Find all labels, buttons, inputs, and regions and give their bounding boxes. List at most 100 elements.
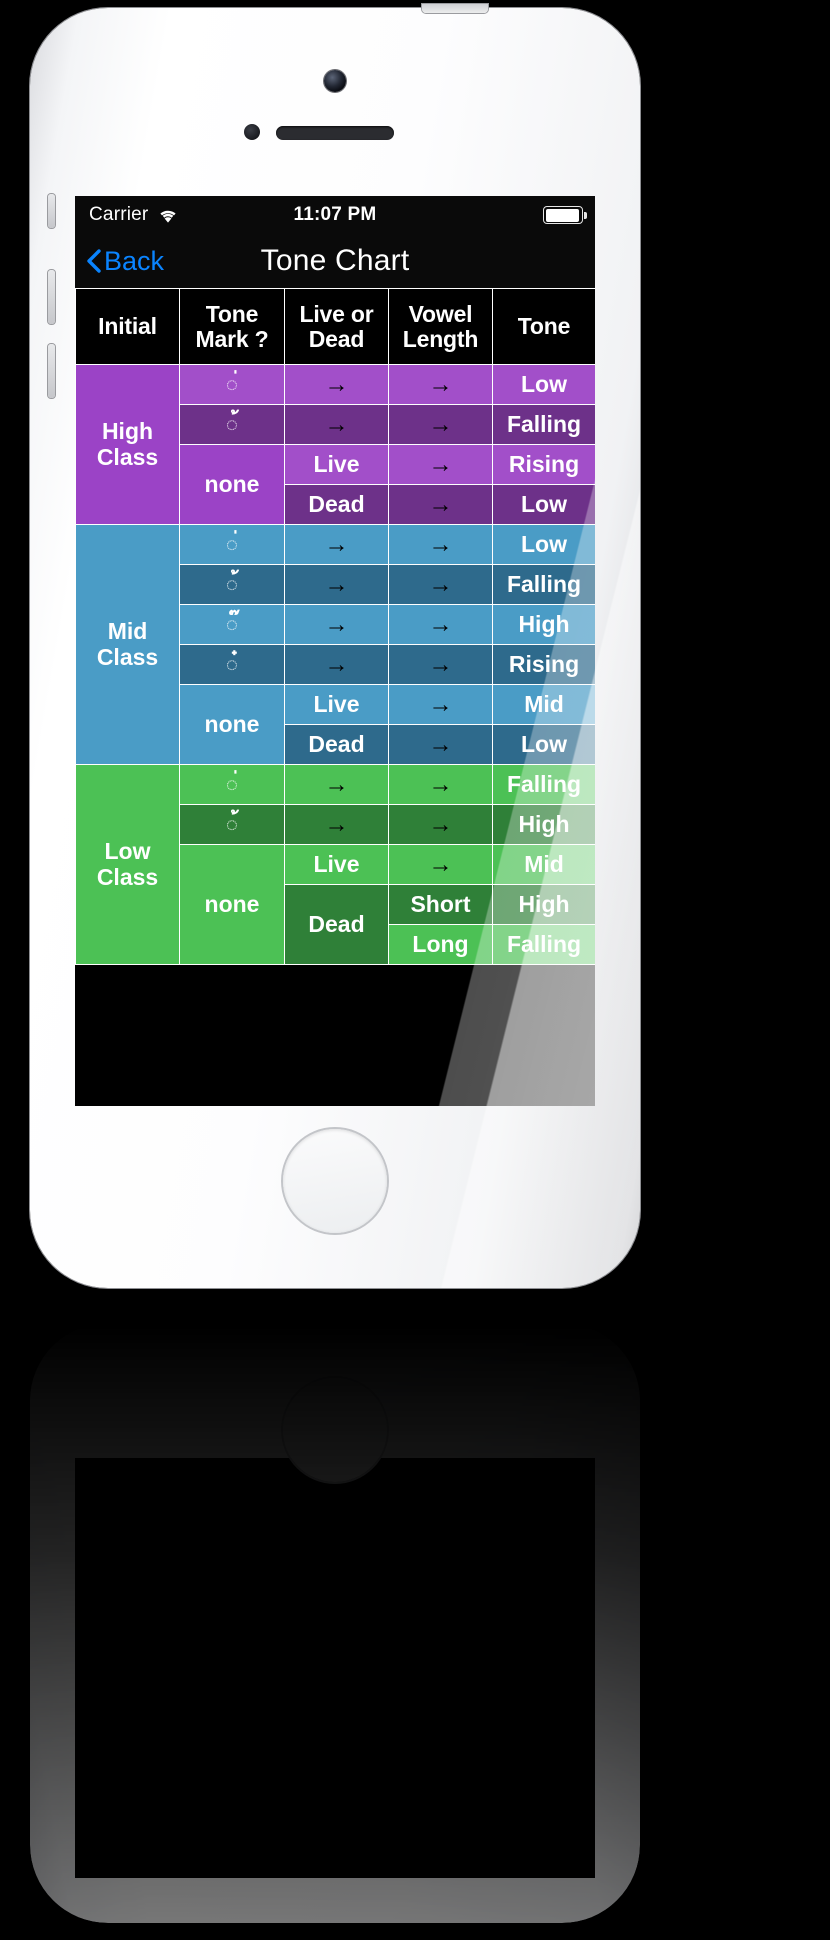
class-label-line1: Mid	[107, 617, 148, 644]
class-label-line1: Low	[104, 837, 151, 864]
class-label-line2: Class	[96, 443, 159, 470]
arrow-icon: →	[324, 531, 349, 558]
live-dead-cell: Dead	[284, 484, 389, 525]
tone-mark-cell-mai-tho: ◌้	[179, 564, 285, 605]
table-row[interactable]: Mid Class ◌่ → → Low	[75, 524, 595, 765]
arrow-icon: →	[428, 491, 453, 518]
tone-mark-cell-none: none	[179, 684, 285, 765]
mai-tho-icon: ◌้	[226, 573, 238, 596]
status-bar-left: Carrier	[89, 204, 179, 226]
vowel-length-cell: →	[388, 724, 493, 765]
live-dead-cell: →	[284, 524, 389, 565]
iphone-device: Carrier 11:07 PM Back Tone Chart Initial…	[30, 4, 640, 1288]
column-header-tone-mark-line1: Tone	[205, 300, 259, 327]
vowel-length-cell: →	[388, 444, 493, 485]
arrow-icon: →	[324, 571, 349, 598]
class-cell-high: High Class	[75, 364, 180, 525]
live-dead-cell: →	[284, 764, 389, 805]
column-header-tone-mark: Tone Mark ?	[179, 288, 285, 365]
tone-cell: Falling	[492, 404, 595, 445]
power-button[interactable]	[422, 4, 488, 13]
silent-switch[interactable]	[48, 194, 55, 228]
tone-mark-cell-none: none	[179, 844, 285, 965]
tone-cell: High	[492, 604, 595, 645]
column-header-vowel-length-line2: Length	[402, 325, 479, 352]
screenshot-root: Carrier 11:07 PM Back Tone Chart Initial…	[0, 0, 830, 1940]
table-row[interactable]: High Class ◌่ → → Low	[75, 364, 595, 525]
reflection-home-button	[283, 1378, 387, 1482]
chevron-left-icon	[87, 249, 101, 273]
vowel-length-cell: →	[388, 604, 493, 645]
status-bar: Carrier 11:07 PM	[75, 196, 595, 234]
vowel-length-cell: →	[388, 644, 493, 685]
tone-mark-cell-mai-tho: ◌้	[179, 404, 285, 445]
column-header-live-or-dead-line1: Live or	[299, 300, 374, 327]
class-label-line2: Class	[96, 643, 159, 670]
mai-chattawa-icon: ◌๋	[226, 653, 238, 676]
vowel-length-cell: →	[388, 364, 493, 405]
volume-down-button[interactable]	[48, 344, 55, 398]
arrow-icon: →	[428, 531, 453, 558]
vowel-length-cell: →	[388, 764, 493, 805]
vowel-length-cell: →	[388, 804, 493, 845]
page-title: Tone Chart	[260, 244, 410, 277]
live-dead-cell: →	[284, 604, 389, 645]
tone-cell: Low	[492, 524, 595, 565]
arrow-icon: →	[428, 651, 453, 678]
reflection-screen	[75, 1458, 595, 1878]
vowel-length-cell: →	[388, 404, 493, 445]
phone-screen: Carrier 11:07 PM Back Tone Chart Initial…	[75, 196, 595, 1106]
wifi-icon	[157, 207, 179, 224]
empty-area	[75, 965, 595, 1106]
arrow-icon: →	[428, 731, 453, 758]
home-button[interactable]	[283, 1129, 387, 1233]
arrow-icon: →	[428, 611, 453, 638]
tone-cell: Low	[492, 364, 595, 405]
arrow-icon: →	[324, 411, 349, 438]
table-row[interactable]: Low Class ◌่ → → Falling	[75, 764, 595, 965]
back-button-label: Back	[104, 245, 165, 276]
volume-up-button[interactable]	[48, 270, 55, 324]
tone-cell: Falling	[492, 564, 595, 605]
arrow-icon: →	[428, 691, 453, 718]
live-dead-cell-dead: Dead	[284, 884, 389, 965]
tone-mark-cell-mai-ek: ◌่	[179, 764, 285, 805]
table-header: Initial Tone Mark ? Live or Dead Vowel L…	[75, 288, 595, 365]
carrier-label: Carrier	[89, 204, 149, 225]
live-dead-cell: →	[284, 804, 389, 845]
tone-mark-cell-mai-ek: ◌่	[179, 364, 285, 405]
vowel-length-cell: →	[388, 564, 493, 605]
vowel-length-cell: →	[388, 524, 493, 565]
front-camera-icon	[324, 70, 346, 92]
arrow-icon: →	[324, 651, 349, 678]
class-cell-low: Low Class	[75, 764, 180, 965]
tone-cell: Low	[492, 484, 595, 525]
live-dead-cell: →	[284, 404, 389, 445]
device-reflection	[30, 1323, 640, 1923]
live-dead-cell: Dead	[284, 724, 389, 765]
live-dead-cell: →	[284, 564, 389, 605]
class-cell-mid: Mid Class	[75, 524, 180, 765]
column-header-initial: Initial	[75, 288, 180, 365]
earpiece-speaker	[276, 126, 394, 140]
tone-mark-cell-none: none	[179, 444, 285, 525]
mai-ek-icon: ◌่	[226, 773, 238, 796]
tone-chart-table: Initial Tone Mark ? Live or Dead Vowel L…	[75, 288, 595, 965]
live-dead-cell: →	[284, 364, 389, 405]
live-dead-cell: Live	[284, 844, 389, 885]
tone-cell: High	[492, 804, 595, 845]
vowel-length-cell: →	[388, 844, 493, 885]
mai-ek-icon: ◌่	[226, 373, 238, 396]
proximity-sensor-icon	[244, 124, 260, 140]
arrow-icon: →	[428, 771, 453, 798]
column-header-tone: Tone	[492, 288, 595, 365]
tone-mark-cell-mai-chattawa: ◌๋	[179, 644, 285, 685]
back-button[interactable]: Back	[87, 246, 164, 277]
status-bar-right	[543, 206, 587, 224]
arrow-icon: →	[428, 451, 453, 478]
tone-cell: Mid	[492, 844, 595, 885]
column-header-tone-mark-line2: Mark ?	[195, 325, 269, 352]
live-dead-cell: Live	[284, 444, 389, 485]
mai-tri-icon: ◌๊	[226, 613, 238, 636]
arrow-icon: →	[324, 811, 349, 838]
